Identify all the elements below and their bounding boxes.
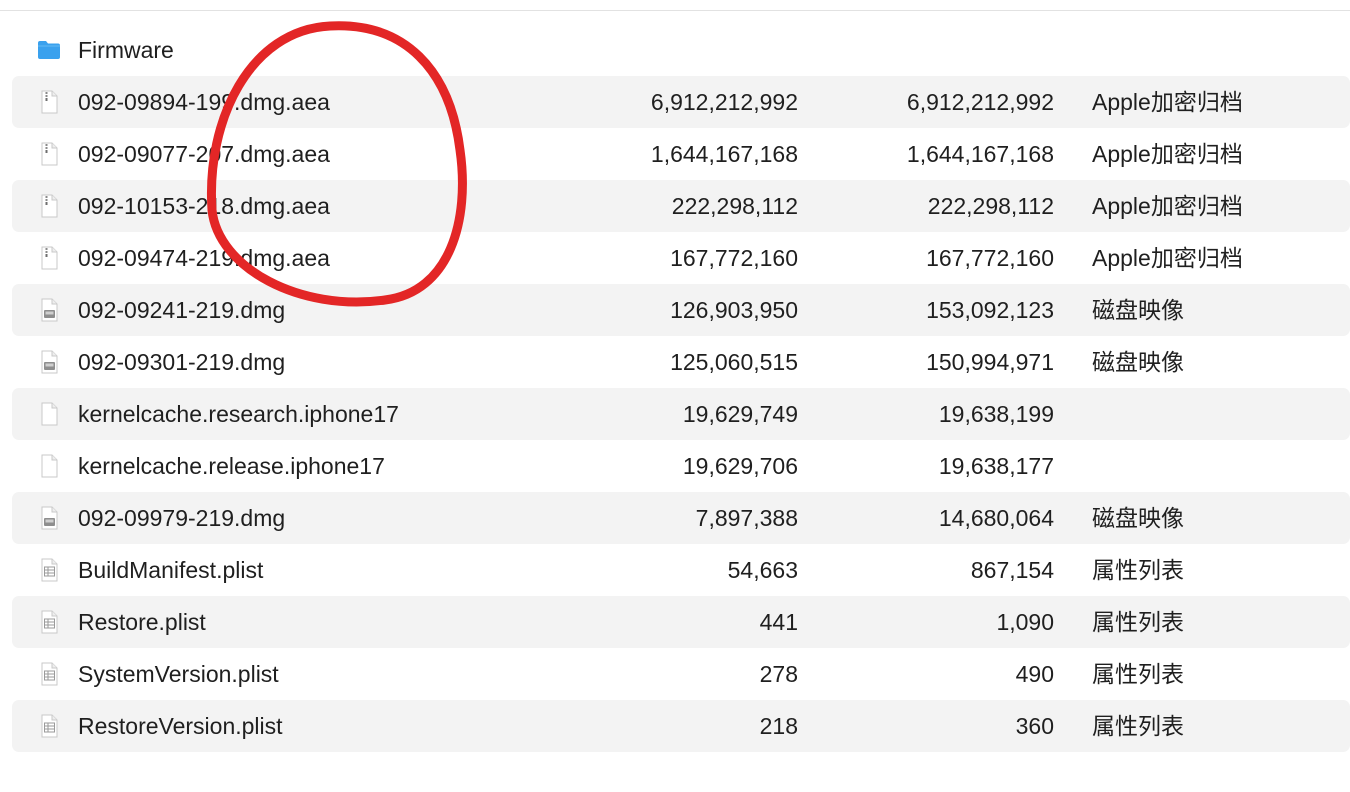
- plist-icon: [36, 713, 62, 739]
- file-kind: Apple加密归档: [1092, 141, 1243, 167]
- disk-image-icon: [36, 297, 62, 323]
- header-divider: [0, 10, 1350, 11]
- compressed-size: 19,629,706: [682, 453, 798, 479]
- file-kind: 属性列表: [1092, 661, 1184, 687]
- original-size: 153,092,123: [926, 297, 1054, 323]
- original-size: 360: [1015, 713, 1054, 739]
- original-size: 867,154: [970, 557, 1054, 583]
- disk-image-icon: [36, 349, 62, 375]
- plist-icon: [36, 661, 62, 687]
- file-name: Restore.plist: [78, 609, 206, 635]
- file-kind: Apple加密归档: [1092, 193, 1243, 219]
- folder-row[interactable]: Firmware: [12, 24, 1350, 76]
- folder-icon: [36, 37, 62, 63]
- compressed-size: 126,903,950: [670, 297, 798, 323]
- file-row[interactable]: 092-09077-207.dmg.aea 1,644,167,168 1,644,…: [12, 128, 1350, 180]
- original-size: 490: [1015, 661, 1054, 687]
- original-size: 19,638,199: [938, 401, 1054, 427]
- file-row[interactable]: 092-09979-219.dmg 7,897,388 14,680,064 磁盘映像: [12, 492, 1350, 544]
- file-kind: 属性列表: [1092, 713, 1184, 739]
- file-kind: 属性列表: [1092, 609, 1184, 635]
- file-browser-window: Firmware 092-09894-199.dmg.aea 6,912,212,9…: [0, 0, 1350, 792]
- file-list: Firmware 092-09894-199.dmg.aea 6,912,212,9…: [12, 24, 1350, 752]
- document-icon: [36, 453, 62, 479]
- file-row[interactable]: 092-09241-219.dmg 126,903,950 153,092,123 磁…: [12, 284, 1350, 336]
- compressed-size: 441: [759, 609, 798, 635]
- compressed-size: 222,298,112: [671, 193, 798, 219]
- file-name: 092-09979-219.dmg: [78, 505, 286, 531]
- file-row[interactable]: BuildManifest.plist 54,663 867,154 属性列表: [12, 544, 1350, 596]
- compressed-size: 19,629,749: [682, 401, 798, 427]
- file-row[interactable]: kernelcache.release.iphone17 19,629,706 19…: [12, 440, 1350, 492]
- file-kind: Apple加密归档: [1092, 89, 1243, 115]
- file-name: 092-09474-219.dmg.aea: [78, 245, 330, 271]
- file-row[interactable]: 092-10153-218.dmg.aea 222,298,112 222,298,…: [12, 180, 1350, 232]
- file-row[interactable]: RestoreVersion.plist 218 360 属性列表: [12, 700, 1350, 752]
- original-size: 150,994,971: [926, 349, 1054, 375]
- compressed-size: 125,060,515: [670, 349, 798, 375]
- file-kind: 磁盘映像: [1092, 297, 1184, 323]
- disk-image-icon: [36, 505, 62, 531]
- file-name: 092-10153-218.dmg.aea: [78, 193, 330, 219]
- original-size: 167,772,160: [926, 245, 1054, 271]
- archive-file-icon: [36, 141, 62, 167]
- file-name: kernelcache.release.iphone17: [78, 453, 385, 479]
- file-name: 092-09894-199.dmg.aea: [78, 89, 330, 115]
- archive-file-icon: [36, 89, 62, 115]
- file-name: 092-09301-219.dmg: [78, 349, 286, 375]
- original-size: 1,644,167,168: [906, 141, 1054, 167]
- compressed-size: 7,897,388: [695, 505, 798, 531]
- file-kind: Apple加密归档: [1092, 245, 1243, 271]
- file-kind: 磁盘映像: [1092, 505, 1184, 531]
- file-name: SystemVersion.plist: [78, 661, 279, 687]
- original-size: 1,090: [996, 609, 1054, 635]
- compressed-size: 1,644,167,168: [650, 141, 798, 167]
- compressed-size: 167,772,160: [670, 245, 798, 271]
- file-name: 092-09077-207.dmg.aea: [78, 141, 330, 167]
- compressed-size: 54,663: [727, 557, 798, 583]
- file-name: 092-09241-219.dmg: [78, 297, 286, 323]
- archive-file-icon: [36, 193, 62, 219]
- file-row[interactable]: kernelcache.research.iphone17 19,629,749 1…: [12, 388, 1350, 440]
- file-row[interactable]: Restore.plist 441 1,090 属性列表: [12, 596, 1350, 648]
- file-row[interactable]: 092-09894-199.dmg.aea 6,912,212,992 6,912,…: [12, 76, 1350, 128]
- plist-icon: [36, 557, 62, 583]
- file-row[interactable]: 092-09301-219.dmg 125,060,515 150,994,971 磁…: [12, 336, 1350, 388]
- archive-file-icon: [36, 245, 62, 271]
- document-icon: [36, 401, 62, 427]
- file-kind: 磁盘映像: [1092, 349, 1184, 375]
- file-kind: 属性列表: [1092, 557, 1184, 583]
- file-row[interactable]: 092-09474-219.dmg.aea 167,772,160 167,772,…: [12, 232, 1350, 284]
- file-name: kernelcache.research.iphone17: [78, 401, 399, 427]
- original-size: 222,298,112: [927, 193, 1054, 219]
- plist-icon: [36, 609, 62, 635]
- original-size: 14,680,064: [938, 505, 1054, 531]
- compressed-size: 218: [759, 713, 798, 739]
- compressed-size: 6,912,212,992: [650, 89, 798, 115]
- original-size: 19,638,177: [938, 453, 1054, 479]
- compressed-size: 278: [759, 661, 798, 687]
- file-name: BuildManifest.plist: [78, 557, 264, 583]
- file-row[interactable]: SystemVersion.plist 278 490 属性列表: [12, 648, 1350, 700]
- file-name: Firmware: [78, 37, 174, 63]
- original-size: 6,912,212,992: [906, 89, 1054, 115]
- file-name: RestoreVersion.plist: [78, 713, 283, 739]
